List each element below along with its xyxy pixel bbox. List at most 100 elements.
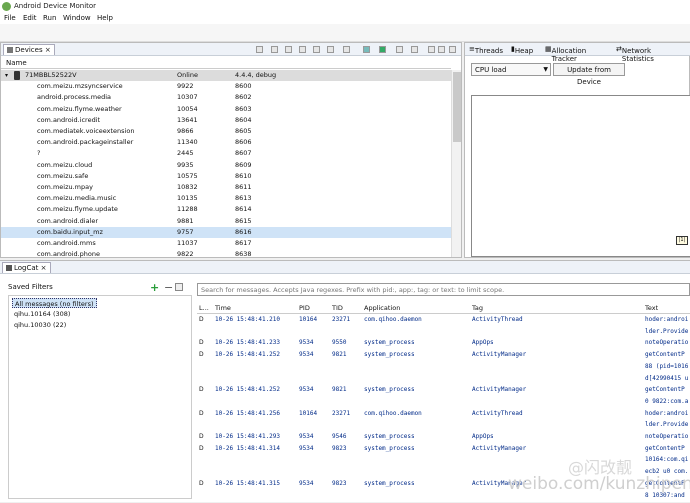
process-row[interactable]: com.meizu.flyme.weather 10054 8603 xyxy=(1,104,451,115)
update-heap-icon[interactable] xyxy=(271,46,278,53)
edit-filter-icon[interactable] xyxy=(175,283,183,291)
log-row[interactable]: D 10-26 15:48:41.314 9534 9823 system_proces… xyxy=(197,444,690,454)
process-row[interactable]: com.meizu.media.music 10135 8613 xyxy=(1,193,451,204)
log-row[interactable]: 88 (pid=1016 xyxy=(197,362,690,372)
profile-type-select[interactable]: CPU load ▼ xyxy=(471,63,551,76)
col-pid[interactable]: PID xyxy=(299,302,310,314)
tab-heap[interactable]: ▮ Heap xyxy=(511,45,533,55)
process-row[interactable]: com.meizu.safe 10575 8610 xyxy=(1,171,451,182)
log-row[interactable]: D 10-26 15:48:41.293 9534 9546 system_proces… xyxy=(197,432,690,442)
log-pid: 9534 xyxy=(299,386,314,394)
menu-bar: File Edit Run Window Help xyxy=(0,13,690,24)
tab-logcat[interactable]: LogCat × xyxy=(2,262,51,273)
process-pid: 13641 xyxy=(177,115,198,124)
devices-scrollbar[interactable] xyxy=(451,70,461,257)
process-row[interactable]: com.mediatek.voiceextension 9866 8605 xyxy=(1,126,451,137)
process-port: 8605 xyxy=(235,127,252,135)
saved-filters-title: Saved Filters xyxy=(8,283,53,291)
log-row[interactable]: D 10-26 15:48:41.252 9534 9821 system_proces… xyxy=(197,350,690,360)
log-tid: 9821 xyxy=(332,386,347,394)
systrace-icon[interactable] xyxy=(396,46,403,53)
col-application[interactable]: Application xyxy=(364,302,400,314)
process-row[interactable]: com.meizu.flyme.update 11288 8614 xyxy=(1,204,451,215)
expand-icon[interactable]: ▾ xyxy=(5,70,8,81)
col-tid[interactable]: TID xyxy=(332,302,343,314)
log-tid: 23271 xyxy=(332,316,351,323)
process-row[interactable]: android.process.media 10307 8602 xyxy=(1,92,451,103)
process-row[interactable]: com.android.packageinstaller 11340 8606 xyxy=(1,137,451,148)
process-row[interactable]: ? 2445 8607 xyxy=(1,148,451,159)
col-tag[interactable]: Tag xyxy=(472,302,483,314)
process-row[interactable]: com.android.mms 11037 8617 xyxy=(1,238,451,249)
log-tag: AppOps xyxy=(472,433,494,440)
tab-devices[interactable]: Devices × xyxy=(3,44,55,55)
process-row[interactable]: com.android.phone 9822 8638 xyxy=(1,249,451,258)
process-row[interactable]: com.android.icredit 13641 8604 xyxy=(1,115,451,126)
log-level: D xyxy=(199,339,204,347)
menu-window[interactable]: Window xyxy=(63,14,91,22)
device-row[interactable]: ▾ 71MBBL52522V Online 4.4.4, debug xyxy=(1,70,451,82)
process-row[interactable]: com.meizu.mpay 10832 8611 xyxy=(1,182,451,193)
filter-item[interactable]: All messages (no filters) xyxy=(12,298,97,308)
dump-hprof-icon[interactable] xyxy=(285,46,292,53)
filter-item[interactable]: qihu.10030 (22) xyxy=(12,320,68,330)
menu-edit[interactable]: Edit xyxy=(23,14,37,22)
log-level: D xyxy=(199,386,204,394)
col-level[interactable]: L... xyxy=(199,302,209,314)
log-row[interactable]: d[42990415 u xyxy=(197,374,690,384)
col-text[interactable]: Text xyxy=(645,302,658,314)
tab-threads[interactable]: ≡ Threads xyxy=(469,45,503,55)
log-tid: 9550 xyxy=(332,339,347,347)
col-time[interactable]: Time xyxy=(215,302,231,314)
process-row[interactable]: com.meizu.cloud 9935 8609 xyxy=(1,160,451,171)
log-row[interactable]: D 10-26 15:48:41.210 10164 23271 com.qihoo.d… xyxy=(197,315,690,325)
opengl-trace-icon[interactable] xyxy=(411,46,418,53)
tab-allocation-tracker[interactable]: ▦ Allocation Tracker xyxy=(545,45,586,63)
menu-help[interactable]: Help xyxy=(97,14,113,22)
log-tid: 9821 xyxy=(332,351,347,359)
dump-view-hierarchy-icon[interactable] xyxy=(379,46,386,53)
log-tag: ActivityThread xyxy=(472,316,523,323)
process-row[interactable]: com.baidu.input_mz 9757 8616 xyxy=(1,226,451,238)
process-name: com.meizu.media.music xyxy=(37,194,117,203)
log-text: 88 (pid=1016 xyxy=(645,362,689,370)
log-row[interactable]: 0 9822:com.a xyxy=(197,397,690,407)
add-filter-icon[interactable]: + xyxy=(150,281,159,294)
maximize-icon[interactable] xyxy=(449,46,456,53)
process-port: 8609 xyxy=(235,160,252,169)
log-tag: ActivityManager xyxy=(472,444,527,452)
process-name: android.process.media xyxy=(37,93,112,102)
cause-gc-icon[interactable] xyxy=(299,46,306,53)
remove-filter-icon[interactable]: − xyxy=(164,281,173,294)
filter-item[interactable]: qihu.10164 (308) xyxy=(12,309,72,319)
update-threads-icon[interactable] xyxy=(313,46,320,53)
process-name: com.baidu.input_mz xyxy=(37,227,103,236)
start-method-profiling-icon[interactable] xyxy=(327,46,334,53)
view-menu-icon[interactable] xyxy=(428,46,435,53)
menu-run[interactable]: Run xyxy=(43,14,56,22)
menu-file[interactable]: File xyxy=(4,14,16,22)
log-row[interactable]: D 10-26 15:48:41.233 9534 9550 system_proces… xyxy=(197,338,690,348)
log-row[interactable]: lder.Provide xyxy=(197,327,690,337)
scrollbar-thumb[interactable] xyxy=(453,72,461,142)
log-text: d[42990415 u xyxy=(645,374,689,382)
log-row[interactable]: D 10-26 15:48:41.252 9534 9821 system_proces… xyxy=(197,385,690,395)
stop-process-icon[interactable] xyxy=(343,46,350,53)
process-name: com.android.phone xyxy=(37,250,101,258)
tab-heap-label: Heap xyxy=(514,47,534,55)
tab-network-statistics[interactable]: ⇄ Network Statistics xyxy=(616,45,654,63)
devices-column-header[interactable]: Name xyxy=(1,57,451,69)
log-row[interactable]: D 10-26 15:48:41.256 10164 23271 com.qihoo.d… xyxy=(197,409,690,419)
minimize-icon[interactable] xyxy=(438,46,445,53)
log-row[interactable]: lder.Provide xyxy=(197,420,690,430)
process-pid: 9757 xyxy=(177,227,194,236)
log-text: hoder:androi xyxy=(645,316,689,323)
screen-capture-icon[interactable] xyxy=(363,46,370,53)
logcat-search-input[interactable]: Search for messages. Accepts Java regexe… xyxy=(197,283,690,296)
process-row[interactable]: com.meizu.mzsyncservice 9922 8600 xyxy=(1,81,451,92)
process-row[interactable]: com.android.dialer 9881 8615 xyxy=(1,216,451,227)
update-from-device-button[interactable]: Update from Device xyxy=(553,63,625,86)
debug-process-icon[interactable] xyxy=(256,46,263,53)
process-name: com.android.packageinstaller xyxy=(37,138,134,147)
process-name: com.android.mms xyxy=(37,239,96,247)
